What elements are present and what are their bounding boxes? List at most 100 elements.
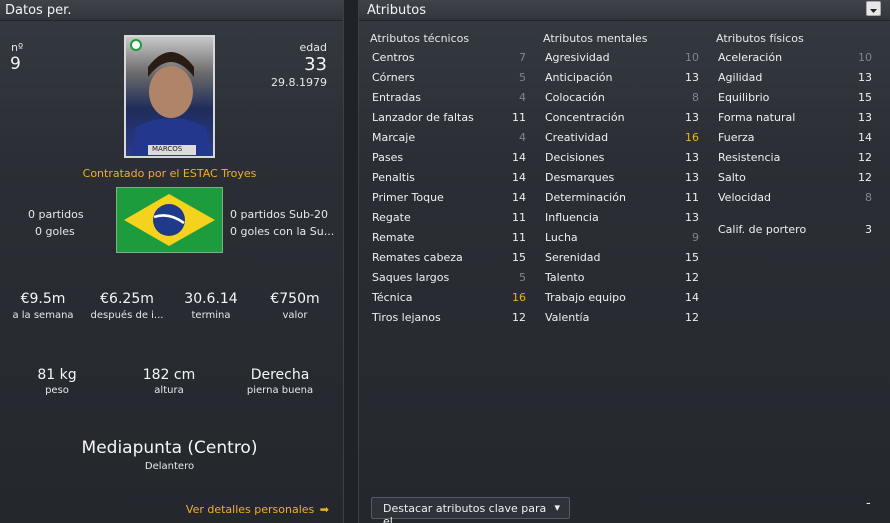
attribute-value: 15 [512,251,526,264]
attribute-value: 10 [685,51,699,64]
panel-splitter[interactable] [343,0,359,523]
highlight-attributes-dropdown[interactable]: Destacar atributos clave para el... ▾ [371,497,570,523]
attribute-row[interactable]: Lanzador de faltas 11 [372,108,526,128]
attribute-value: 11 [512,111,526,124]
attribute-row[interactable]: Determinación 11 [545,188,699,208]
attribute-value: 12 [858,151,872,164]
brazil-flag-icon [124,194,215,246]
attribute-label: Córners [372,71,415,84]
attribute-value: 12 [685,311,699,324]
attribute-row[interactable]: Desmarques 13 [545,168,699,188]
contract-link[interactable]: Contratado por el ESTAC Troyes [0,167,339,180]
attribute-value: 13 [685,111,699,124]
attribute-row[interactable]: Técnica 16 [372,288,526,308]
attribute-row[interactable]: Remate 11 [372,228,526,248]
panel-title: Datos per. [5,3,72,18]
attribute-value: 3 [865,223,872,236]
personal-data-header: Datos per. [0,0,343,21]
attribute-value: 11 [512,231,526,244]
attribute-value: 12 [685,271,699,284]
nationality-flag[interactable] [116,187,223,253]
attribute-value: 13 [685,211,699,224]
attribute-row[interactable]: Velocidad 8 [718,188,872,208]
attribute-value: 5 [519,71,526,84]
attribute-row[interactable]: Regate 11 [372,208,526,228]
preferred-foot-label: pierna buena [246,385,314,396]
attribute-row[interactable]: Primer Toque 14 [372,188,526,208]
attribute-label: Primer Toque [372,191,444,204]
attribute-row[interactable]: Agilidad 13 [718,68,872,88]
collapse-minus-button[interactable]: - [866,496,871,511]
attribute-row[interactable]: Creatividad 16 [545,128,699,148]
personal-details-link[interactable]: Ver detalles personales ➡ [186,503,329,516]
attribute-label: Penaltis [372,171,415,184]
preferred-foot-value: Derecha [250,367,310,383]
mental-header: Atributos mentales [543,32,648,45]
attribute-row[interactable]: Concentración 13 [545,108,699,128]
personal-details-label: Ver detalles personales [185,503,315,516]
attribute-label: Lucha [545,231,578,244]
attribute-row[interactable]: Saques largos 5 [372,268,526,288]
attribute-row[interactable]: Serenidad 15 [545,248,699,268]
attribute-row[interactable]: Remates cabeza 15 [372,248,526,268]
attribute-row[interactable]: Decisiones 13 [545,148,699,168]
player-photo: MARCOS [124,35,215,158]
attribute-row[interactable]: Influencia 13 [545,208,699,228]
height: 182 cm altura [124,367,214,396]
clause-value: €6.25m [100,291,154,307]
club-matches: 0 partidos [28,208,84,221]
player-value-label: valor [282,310,308,321]
attribute-row[interactable]: Resistencia 12 [718,148,872,168]
attribute-row[interactable]: Aceleración 10 [718,48,872,68]
attribute-label: Aceleración [718,51,783,64]
attribute-row[interactable]: Tiros lejanos 12 [372,308,526,328]
wage: €9.5m a la semana [2,291,84,321]
attribute-label: Agilidad [718,71,763,84]
attribute-row[interactable]: Anticipación 13 [545,68,699,88]
physical-figures: 81 kg peso 182 cm altura Derecha pierna … [0,367,339,407]
attribute-row[interactable]: Fuerza 14 [718,128,872,148]
attribute-row-goalkeeper[interactable]: Calif. de portero 3 [718,220,872,240]
attribute-label: Calif. de portero [718,223,807,236]
attribute-label: Colocación [545,91,605,104]
player-value: €750m valor [254,291,336,321]
attribute-label: Decisiones [545,151,605,164]
attribute-row[interactable]: Córners 5 [372,68,526,88]
attribute-label: Remate [372,231,415,244]
attribute-row[interactable]: Lucha 9 [545,228,699,248]
attribute-row[interactable]: Penaltis 14 [372,168,526,188]
attribute-value: 13 [685,151,699,164]
attribute-label: Serenidad [545,251,601,264]
attribute-value: 13 [685,71,699,84]
personal-data-panel: Datos per. nº 9 MARCOS edad 33 29.8.1979… [0,0,343,523]
attribute-label: Centros [372,51,415,64]
attribute-row[interactable]: Salto 12 [718,168,872,188]
age-label: edad [299,41,327,54]
attribute-value: 11 [512,211,526,224]
attribute-label: Desmarques [545,171,615,184]
attribute-label: Tiros lejanos [372,311,441,324]
attribute-value: 13 [858,71,872,84]
panel-menu-button[interactable] [866,1,881,16]
clause-label: después de i... [90,310,164,321]
attribute-row[interactable]: Pases 14 [372,148,526,168]
attribute-row[interactable]: Talento 12 [545,268,699,288]
attribute-row[interactable]: Colocación 8 [545,88,699,108]
attribute-row[interactable]: Centros 7 [372,48,526,68]
attribute-label: Pases [372,151,404,164]
attribute-row[interactable]: Agresividad 10 [545,48,699,68]
attribute-value: 15 [858,91,872,104]
position-title: Mediapunta (Centro) [81,438,258,458]
attribute-value: 4 [519,91,526,104]
attribute-row[interactable]: Forma natural 13 [718,108,872,128]
attribute-row[interactable]: Marcaje 4 [372,128,526,148]
physical-header: Atributos físicos [716,32,804,45]
attribute-row[interactable]: Entradas 4 [372,88,526,108]
attribute-row[interactable]: Trabajo equipo 14 [545,288,699,308]
attribute-label: Forma natural [718,111,796,124]
attribute-value: 14 [685,291,699,304]
attribute-row[interactable]: Valentía 12 [545,308,699,328]
attribute-row[interactable]: Equilibrio 15 [718,88,872,108]
attribute-label: Velocidad [718,191,772,204]
attribute-value: 16 [512,291,526,304]
